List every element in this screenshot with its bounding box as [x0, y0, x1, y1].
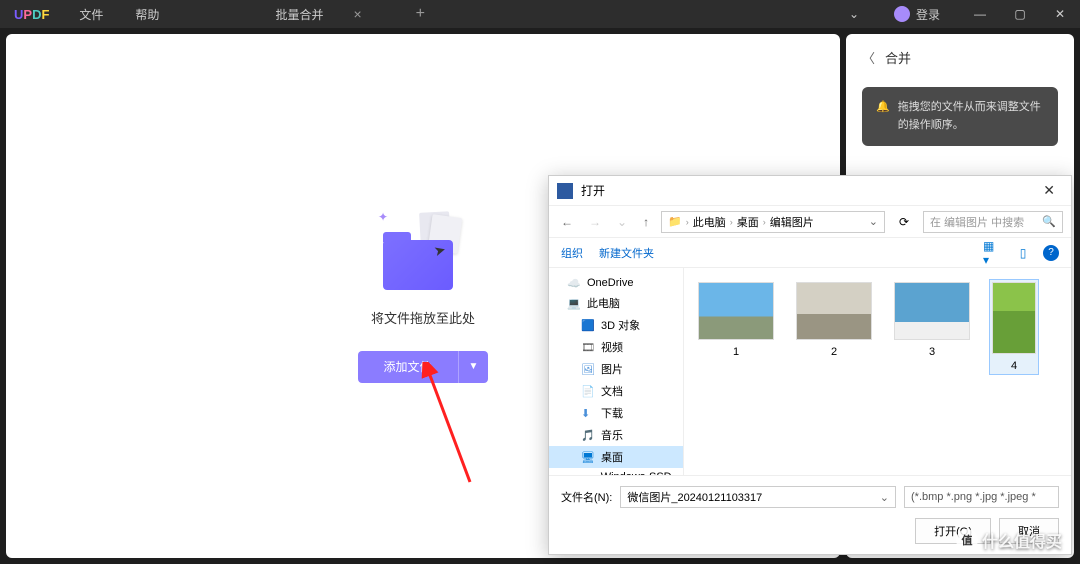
cloud-icon: ☁️	[567, 277, 581, 289]
nav-forward-icon[interactable]: →	[585, 213, 605, 231]
tab-label: 批量合并	[275, 6, 323, 23]
search-placeholder: 在 编辑图片 中搜索	[930, 214, 1024, 230]
minimize-button[interactable]: —	[960, 0, 1000, 28]
doc-icon: 📄	[581, 385, 595, 397]
file-item-4[interactable]: 4	[990, 280, 1038, 374]
avatar-icon	[894, 6, 910, 22]
file-item-3[interactable]: 3	[892, 280, 972, 360]
organize-menu[interactable]: 组织	[561, 245, 583, 261]
tree-item-文档[interactable]: 📄文档	[549, 380, 683, 402]
filename-label: 文件名(N):	[561, 489, 612, 505]
tip-text: 拖拽您的文件从而来调整文件的操作顺序。	[898, 99, 1044, 134]
file-thumbnail	[796, 282, 872, 340]
music-icon: 🎵	[581, 429, 595, 441]
tab-batch-merge[interactable]: 批量合并 ×	[235, 6, 401, 23]
tree-item-图片[interactable]: 🖼图片	[549, 358, 683, 380]
desk-icon: 🖥	[581, 451, 595, 463]
login-button[interactable]: 登录	[882, 6, 952, 23]
add-file-dropdown-icon[interactable]: ▼	[458, 351, 489, 383]
dialog-close-icon[interactable]: ✕	[1035, 178, 1063, 203]
tree-item-视频[interactable]: 🎞视频	[549, 336, 683, 358]
breadcrumb-item[interactable]: 此电脑	[693, 214, 726, 230]
nav-history-icon[interactable]: ⌄	[613, 213, 631, 231]
watermark-icon: 值	[956, 529, 978, 551]
file-list: 1 2 3 4	[684, 268, 1071, 475]
dialog-nav: ← → ⌄ ↑ 📁 › 此电脑 › 桌面 › 编辑图片 ⌄ ⟳ 在 编辑图片 中…	[549, 206, 1071, 238]
dialog-app-icon	[557, 183, 573, 199]
pc-icon: 💻	[567, 297, 581, 309]
refresh-icon[interactable]: ⟳	[893, 213, 915, 231]
video-icon: 🎞	[581, 341, 595, 353]
help-icon[interactable]: ?	[1043, 245, 1059, 261]
add-file-button[interactable]: 添加文件 ▼	[358, 351, 489, 383]
dialog-title: 打开	[581, 182, 605, 199]
file-name: 2	[831, 346, 837, 358]
tree-item-3D 对象[interactable]: 🟦3D 对象	[549, 314, 683, 336]
login-label: 登录	[916, 6, 940, 23]
add-file-label: 添加文件	[358, 358, 458, 375]
nav-up-icon[interactable]: ↑	[639, 213, 653, 231]
filename-input[interactable]: 微信图片_20240121103317	[620, 486, 896, 508]
menu-help[interactable]: 帮助	[119, 6, 175, 23]
file-name: 1	[733, 346, 739, 358]
tip-box: 🔔 拖拽您的文件从而来调整文件的操作顺序。	[862, 87, 1058, 146]
file-thumbnail	[894, 282, 970, 340]
pic-icon: 🖼	[581, 363, 595, 375]
tab-close-icon[interactable]: ×	[353, 6, 361, 22]
tree-item-桌面[interactable]: 🖥桌面	[549, 446, 683, 468]
tree-item-Windows-SSD ([interactable]: 💽Windows-SSD (	[549, 468, 683, 475]
file-open-dialog: 打开 ✕ ← → ⌄ ↑ 📁 › 此电脑 › 桌面 › 编辑图片 ⌄ ⟳ 在 编…	[548, 175, 1072, 555]
tree-item-此电脑[interactable]: 💻此电脑	[549, 292, 683, 314]
nav-back-icon[interactable]: ←	[557, 213, 577, 231]
tree-item-OneDrive[interactable]: ☁️OneDrive	[549, 274, 683, 292]
tree-item-下载[interactable]: ⬇下载	[549, 402, 683, 424]
watermark: 值 什么值得买	[956, 528, 1062, 552]
folder-illustration: ✦ ➤	[378, 210, 468, 290]
address-bar[interactable]: 📁 › 此电脑 › 桌面 › 编辑图片 ⌄	[661, 211, 885, 233]
dialog-toolbar: 组织 新建文件夹 ▦ ▾ ▯ ?	[549, 238, 1071, 268]
titlebar: UPDF 文件 帮助 批量合并 × + ⌄ 登录 — ▢ ✕	[0, 0, 1080, 28]
folder-tree: ☁️OneDrive💻此电脑🟦3D 对象🎞视频🖼图片📄文档⬇下载🎵音乐🖥桌面💽W…	[549, 268, 684, 475]
tree-item-音乐[interactable]: 🎵音乐	[549, 424, 683, 446]
search-input[interactable]: 在 编辑图片 中搜索 🔍	[923, 211, 1063, 233]
tab-add-icon[interactable]: +	[402, 5, 439, 23]
file-name: 3	[929, 346, 935, 358]
file-name: 4	[1011, 360, 1017, 372]
file-item-1[interactable]: 1	[696, 280, 776, 360]
sidebar-title: 合并	[885, 48, 911, 67]
dialog-titlebar: 打开 ✕	[549, 176, 1071, 206]
close-button[interactable]: ✕	[1040, 0, 1080, 28]
app-logo: UPDF	[0, 7, 63, 22]
preview-pane-icon[interactable]: ▯	[1013, 245, 1033, 261]
chevron-down-icon[interactable]: ⌄	[834, 0, 874, 28]
view-mode-icon[interactable]: ▦ ▾	[983, 245, 1003, 261]
drop-zone-text: 将文件拖放至此处	[371, 308, 475, 327]
breadcrumb-item[interactable]: 桌面	[737, 214, 759, 230]
back-arrow-icon[interactable]: 〈	[862, 48, 875, 67]
maximize-button[interactable]: ▢	[1000, 0, 1040, 28]
file-type-filter[interactable]: (*.bmp *.png *.jpg *.jpeg *	[904, 486, 1059, 508]
new-folder-button[interactable]: 新建文件夹	[599, 245, 654, 261]
3d-icon: 🟦	[581, 319, 595, 331]
search-icon: 🔍	[1042, 215, 1056, 228]
breadcrumb-item[interactable]: 编辑图片	[770, 214, 814, 230]
down-icon: ⬇	[581, 407, 595, 419]
menu-file[interactable]: 文件	[63, 6, 119, 23]
watermark-text: 什么值得买	[982, 528, 1062, 552]
file-thumbnail	[992, 282, 1036, 354]
bell-icon: 🔔	[876, 99, 890, 134]
file-item-2[interactable]: 2	[794, 280, 874, 360]
file-thumbnail	[698, 282, 774, 340]
